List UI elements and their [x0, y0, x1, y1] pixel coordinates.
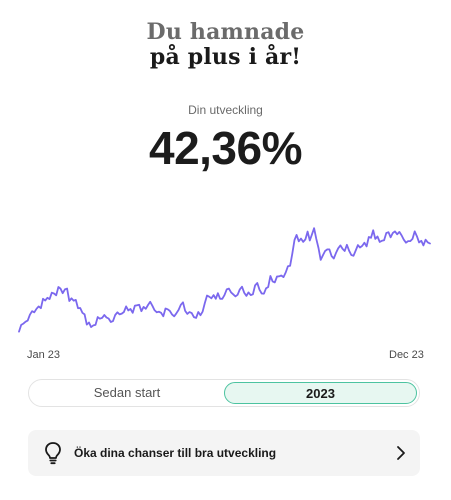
headline-line-1: Du hamnade — [146, 19, 305, 45]
x-tick-label-start: Jan 23 — [27, 349, 61, 361]
improvement-tip-card[interactable]: Öka dina chanser till bra utveckling — [28, 430, 420, 476]
x-tick-label-end: Dec 23 — [389, 349, 424, 361]
headline: Du hamnade på plus i år! — [0, 20, 451, 70]
development-value: 42,36% — [148, 122, 303, 174]
headline-line-2: på plus i år! — [149, 44, 302, 70]
results-screen: Du hamnade på plus i år! Din utveckling … — [0, 0, 451, 500]
tip-text: Öka dina chanser till bra utveckling — [74, 446, 277, 460]
performance-chart — [18, 227, 431, 333]
period-option-since-start[interactable]: Sedan start — [32, 382, 222, 404]
lightbulb-icon — [45, 442, 61, 465]
series-line — [18, 227, 431, 333]
chevron-right-icon — [397, 446, 405, 460]
period-option-2023[interactable]: 2023 — [224, 382, 417, 404]
period-selector: Sedan start 2023 — [28, 379, 420, 407]
development-label: Din utveckling — [188, 103, 263, 117]
